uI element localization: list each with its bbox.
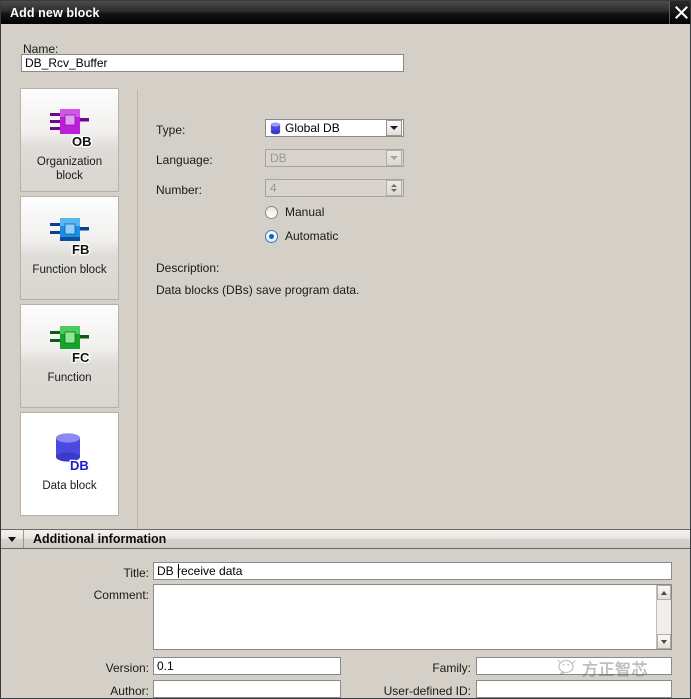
radio-selected-dot <box>269 234 274 239</box>
svg-text:FB: FB <box>72 242 89 257</box>
type-dropdown-arrow[interactable] <box>386 120 402 136</box>
additional-information-toggle[interactable] <box>1 537 23 542</box>
comment-textarea-wrapper[interactable] <box>153 584 672 650</box>
number-label: Number: <box>156 183 202 197</box>
additional-information-panel: Title: Comment: Version: Author: Family:… <box>1 550 691 699</box>
radio-manual-label: Manual <box>285 205 324 219</box>
number-stepper: 4 <box>265 179 404 197</box>
caret-down-icon <box>391 189 397 192</box>
database-icon <box>270 122 281 135</box>
chevron-down-icon <box>8 537 16 542</box>
dialog-titlebar: Add new block <box>1 1 691 24</box>
block-type-function[interactable]: FC Function <box>20 304 119 408</box>
caret-up-icon <box>661 591 667 595</box>
language-label: Language: <box>156 153 213 167</box>
family-label: Family: <box>381 661 471 675</box>
svg-text:DB: DB <box>70 458 89 473</box>
language-dropdown: DB <box>265 149 404 167</box>
language-dropdown-arrow <box>386 150 402 166</box>
comment-label: Comment: <box>61 588 149 602</box>
function-block-icon: FB <box>36 211 104 259</box>
description-text: Data blocks (DBs) save program data. <box>156 283 359 297</box>
block-type-list: OB Organization block <box>20 88 119 520</box>
user-defined-id-input[interactable] <box>476 680 672 698</box>
block-type-label: Function block <box>24 263 116 277</box>
description-label: Description: <box>156 261 219 275</box>
additional-information-title: Additional information <box>24 532 166 546</box>
close-button[interactable] <box>669 1 691 24</box>
block-type-organization-block[interactable]: OB Organization block <box>20 88 119 192</box>
chevron-down-icon <box>390 126 398 130</box>
number-value: 4 <box>266 180 386 196</box>
comment-textarea[interactable] <box>154 585 656 649</box>
comment-scrollbar[interactable] <box>656 585 671 649</box>
family-input[interactable] <box>476 657 672 675</box>
name-input[interactable] <box>21 54 404 72</box>
version-input[interactable] <box>153 657 341 675</box>
dialog-title: Add new block <box>1 6 100 20</box>
language-value: DB <box>266 150 386 166</box>
author-input[interactable] <box>153 680 341 698</box>
add-new-block-dialog: Add new block Name: <box>0 0 691 699</box>
title-input[interactable] <box>153 562 672 580</box>
block-type-label: Data block <box>24 479 116 493</box>
svg-text:FC: FC <box>72 350 90 365</box>
scroll-down-button[interactable] <box>657 634 671 649</box>
radio-automatic-label: Automatic <box>285 229 338 243</box>
organization-block-icon: OB <box>36 103 104 151</box>
block-type-label: Organization block <box>24 155 116 183</box>
text-cursor <box>178 564 179 578</box>
type-value: Global DB <box>281 120 386 136</box>
number-spinner-buttons <box>386 180 402 196</box>
type-dropdown[interactable]: Global DB <box>265 119 404 137</box>
title-label: Title: <box>61 566 149 580</box>
block-type-label: Function <box>24 371 116 385</box>
panel-divider <box>137 90 138 530</box>
radio-manual[interactable]: Manual <box>265 205 324 219</box>
caret-down-icon <box>661 640 667 644</box>
scroll-up-button[interactable] <box>657 585 671 600</box>
author-label: Author: <box>61 684 149 698</box>
additional-information-header[interactable]: Additional information <box>1 529 691 549</box>
data-block-icon: DB <box>36 427 104 475</box>
radio-automatic-mark <box>265 230 278 243</box>
svg-text:OB: OB <box>72 134 92 149</box>
caret-up-icon <box>391 184 397 187</box>
dialog-body: Name: OB <box>1 24 691 528</box>
close-icon <box>675 6 688 19</box>
radio-manual-mark <box>265 206 278 219</box>
radio-automatic[interactable]: Automatic <box>265 229 338 243</box>
block-type-data-block[interactable]: DB Data block <box>20 412 119 516</box>
chevron-down-icon <box>390 156 398 160</box>
user-defined-id-label: User-defined ID: <box>356 684 471 698</box>
version-label: Version: <box>61 661 149 675</box>
type-label: Type: <box>156 123 185 137</box>
function-icon: FC <box>36 319 104 367</box>
block-type-function-block[interactable]: FB Function block <box>20 196 119 300</box>
